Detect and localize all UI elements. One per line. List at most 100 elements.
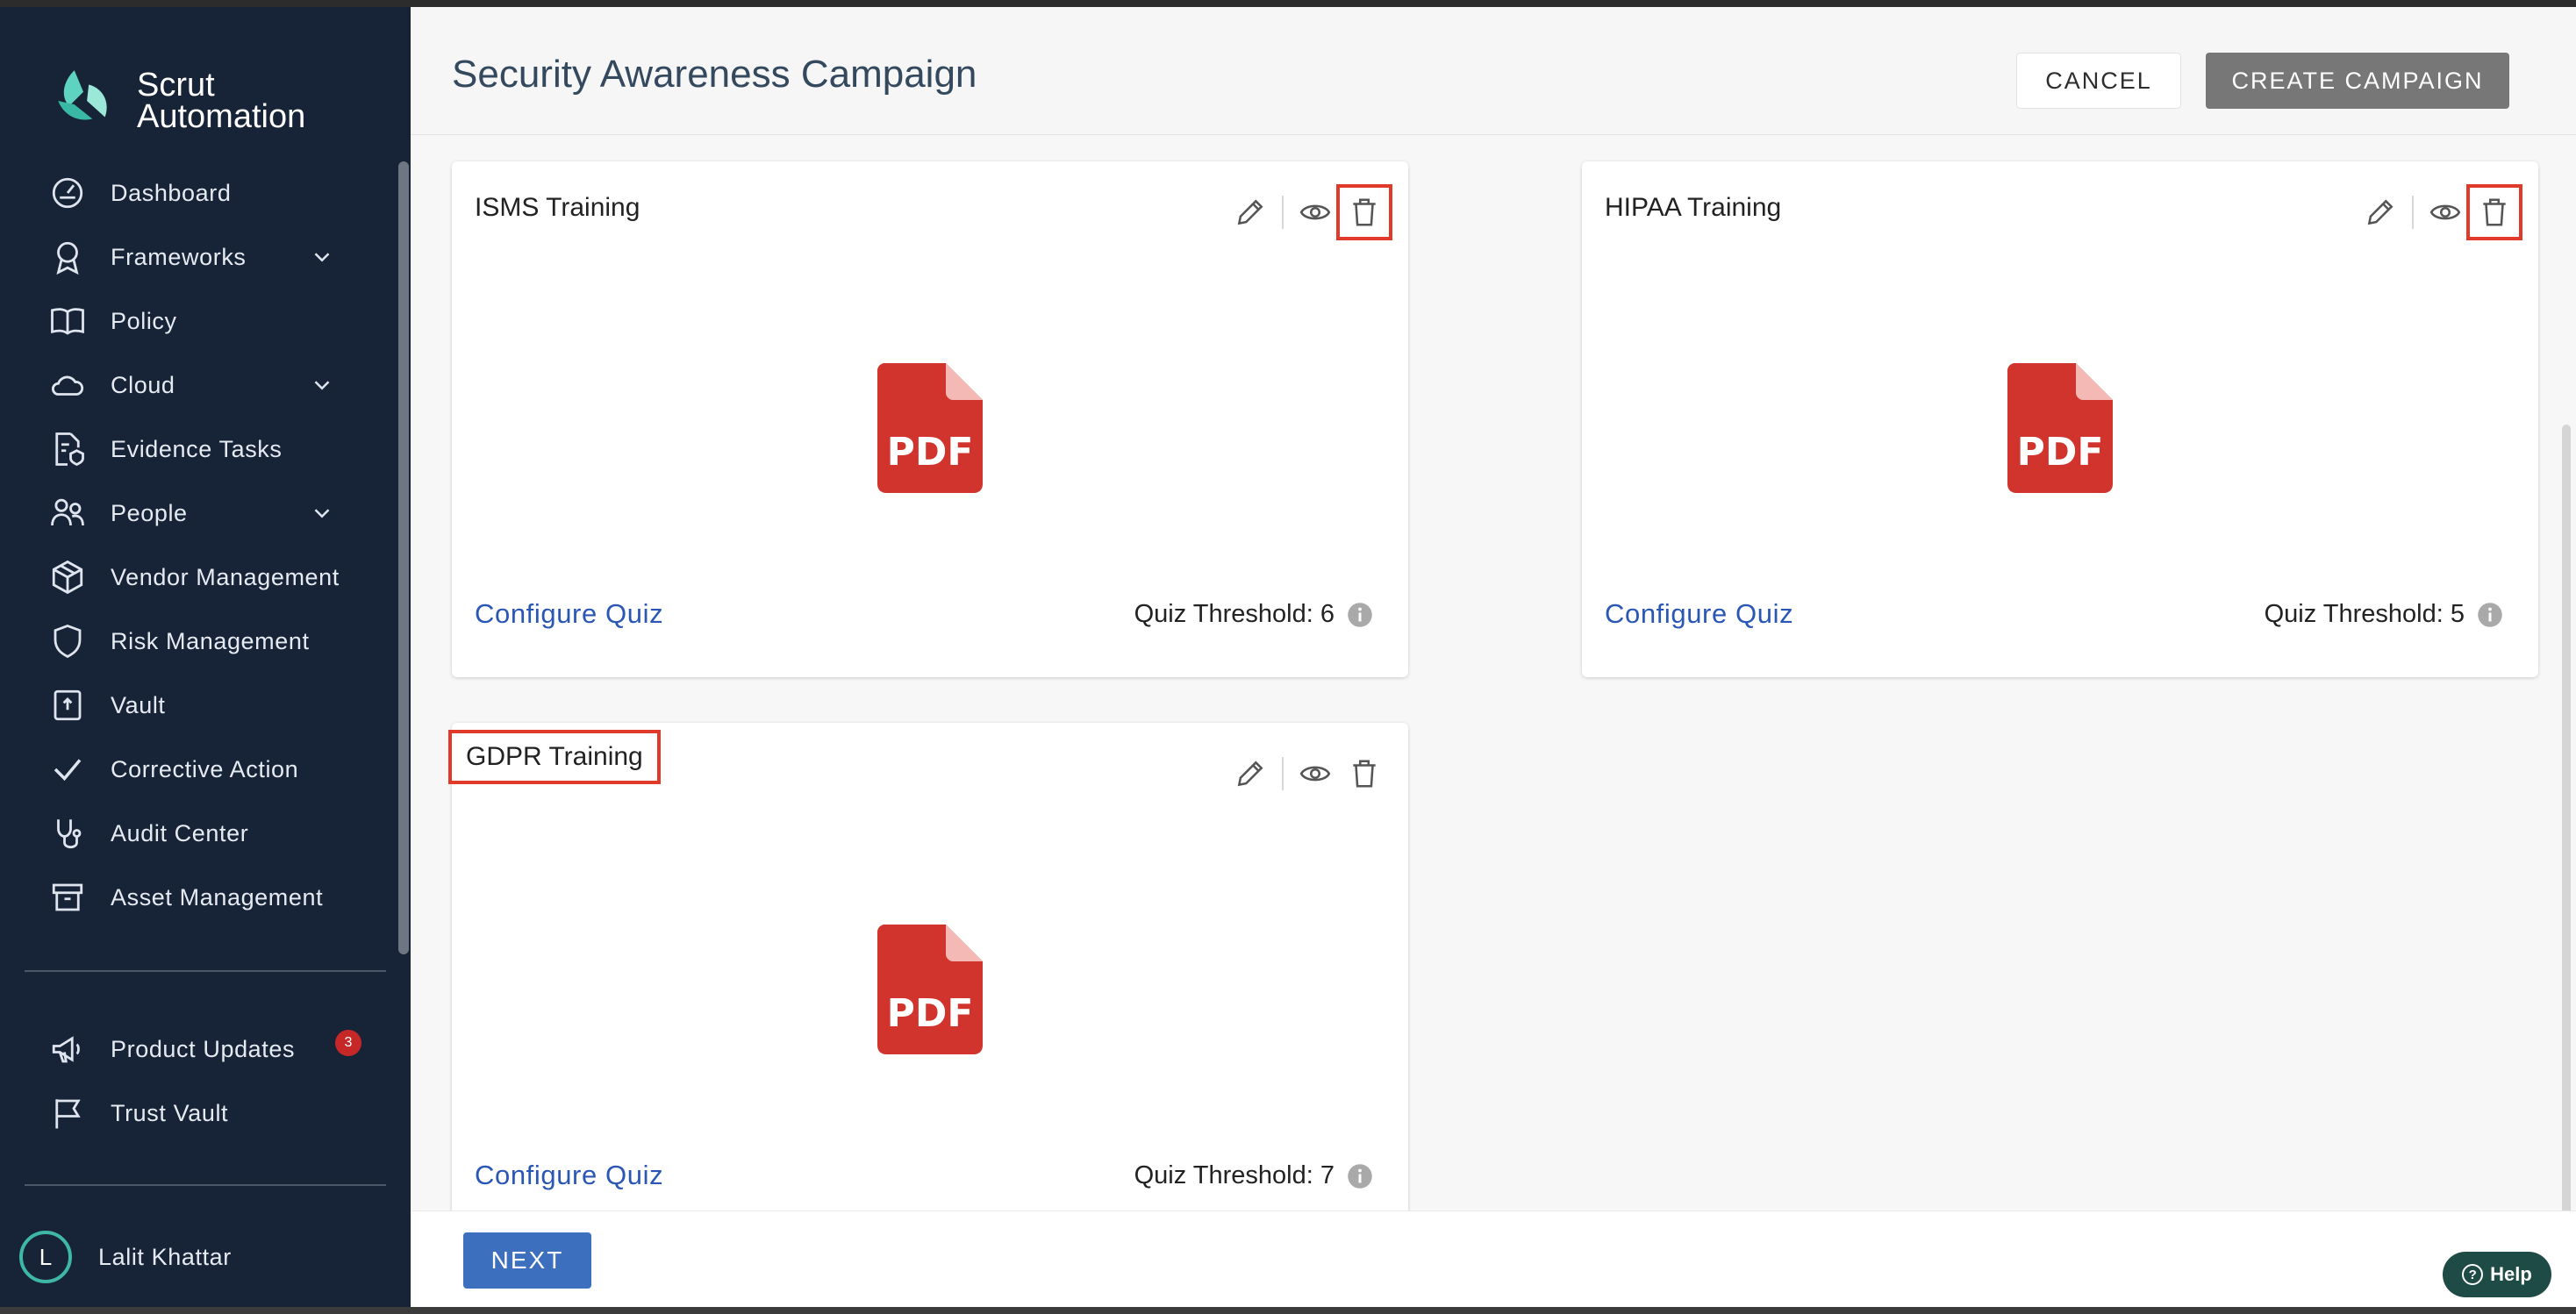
sidebar-item-audit-center[interactable]: Audit Center (0, 807, 386, 860)
card-title: HIPAA Training (1605, 193, 1782, 222)
sidebar-item-label: People (111, 499, 188, 526)
book-icon (49, 303, 86, 339)
sidebar-item-dashboard[interactable]: Dashboard (0, 167, 386, 219)
delete-button[interactable] (1340, 749, 1389, 798)
cloud-icon (49, 367, 86, 403)
card-title: GDPR Training (448, 730, 661, 784)
content-scrollbar[interactable] (2562, 425, 2571, 1210)
pencil-icon (1237, 761, 1263, 787)
question-icon: ? (2462, 1264, 2484, 1285)
pdf-file-icon[interactable]: PDF (877, 363, 983, 493)
quiz-threshold: Quiz Threshold: 5 (2265, 600, 2503, 629)
archive-icon (49, 879, 86, 916)
pdf-label: PDF (887, 430, 974, 475)
help-label: Help (2490, 1263, 2532, 1285)
flag-icon (49, 1095, 86, 1132)
pdf-file-icon[interactable]: PDF (877, 925, 983, 1054)
next-button[interactable]: NEXT (463, 1232, 591, 1289)
quiz-threshold-label: Quiz Threshold: 6 (1134, 600, 1335, 628)
delete-button[interactable] (1336, 184, 1392, 240)
trash-icon (1353, 760, 1376, 788)
people-icon (49, 495, 86, 532)
sidebar-item-asset-management[interactable]: Asset Management (0, 871, 386, 924)
info-icon[interactable] (2477, 602, 2503, 628)
configure-quiz-link[interactable]: Configure Quiz (475, 1160, 663, 1191)
megaphone-icon (49, 1031, 86, 1068)
page-footer: NEXT (411, 1210, 2576, 1307)
sidebar-item-label: Asset Management (111, 883, 324, 911)
user-profile[interactable]: L Lalit Khattar (19, 1231, 232, 1283)
award-icon (49, 239, 86, 275)
pencil-icon (1237, 199, 1263, 225)
sidebar-item-policy[interactable]: Policy (0, 295, 386, 347)
quiz-threshold-label: Quiz Threshold: 5 (2264, 600, 2465, 628)
eye-icon (2429, 204, 2461, 220)
preview-button[interactable] (1291, 188, 1340, 237)
edit-button[interactable] (2356, 188, 2405, 237)
sidebar-item-evidence-tasks[interactable]: Evidence Tasks (0, 423, 386, 475)
configure-quiz-link[interactable]: Configure Quiz (1605, 598, 1793, 630)
edit-button[interactable] (1226, 188, 1275, 237)
sidebar-item-label: Cloud (111, 371, 175, 398)
quiz-threshold: Quiz Threshold: 7 (1134, 1161, 1373, 1190)
eye-icon (1299, 766, 1331, 782)
window-bottom-edge (0, 1307, 2576, 1314)
chevron-down-icon[interactable] (309, 244, 335, 270)
sidebar-scrollbar[interactable] (398, 161, 409, 954)
sidebar-item-people[interactable]: People (0, 487, 386, 539)
training-card-isms: ISMS Training PDF Configure Quiz Quiz Th… (452, 161, 1408, 677)
page-title: Security Awareness Campaign (452, 53, 977, 96)
sidebar-item-label: Risk Management (111, 627, 310, 654)
sidebar-item-vault[interactable]: Vault (0, 679, 386, 732)
sidebar-item-risk-management[interactable]: Risk Management (0, 615, 386, 668)
configure-quiz-link[interactable]: Configure Quiz (475, 598, 663, 630)
card-actions (2356, 184, 2522, 240)
pdf-label: PDF (887, 991, 974, 1036)
chevron-down-icon[interactable] (309, 500, 335, 526)
create-campaign-button[interactable]: CREATE CAMPAIGN (2206, 53, 2509, 109)
sidebar-item-frameworks[interactable]: Frameworks (0, 231, 386, 283)
sidebar-item-trust-vault[interactable]: Trust Vault (0, 1087, 386, 1139)
pencil-icon (2367, 199, 2394, 225)
sidebar-item-corrective-action[interactable]: Corrective Action (0, 743, 386, 796)
app-logo[interactable]: Scrut Automation (47, 65, 305, 137)
sidebar-divider (25, 1184, 386, 1186)
trash-icon (1353, 198, 1376, 226)
vault-icon (49, 687, 86, 724)
shield-icon (49, 623, 86, 660)
sidebar-item-vendor-management[interactable]: Vendor Management (0, 551, 386, 603)
info-icon[interactable] (1347, 1163, 1373, 1189)
sidebar-item-label: Vault (111, 691, 166, 718)
chevron-down-icon[interactable] (309, 372, 335, 398)
sidebar-item-cloud[interactable]: Cloud (0, 359, 386, 411)
info-icon[interactable] (1347, 602, 1373, 628)
file-shield-icon (49, 431, 86, 468)
preview-button[interactable] (2421, 188, 2470, 237)
logo-line-2: Automation (137, 98, 306, 135)
training-card-gdpr: GDPR Training PDF Configure Quiz Quiz Th… (448, 723, 1408, 1210)
sidebar-item-label: Product Updates (111, 1035, 296, 1062)
cancel-button[interactable]: CANCEL (2016, 53, 2181, 109)
training-card-hipaa: HIPAA Training PDF Configure Quiz Quiz T… (1582, 161, 2538, 677)
delete-button[interactable] (2466, 184, 2522, 240)
pdf-label: PDF (2017, 430, 2104, 475)
card-actions (1226, 749, 1389, 798)
user-name: Lalit Khattar (98, 1243, 232, 1270)
preview-button[interactable] (1291, 749, 1340, 798)
sidebar-item-label: Corrective Action (111, 755, 299, 782)
quiz-threshold-label: Quiz Threshold: 7 (1134, 1161, 1335, 1189)
logo-line-1: Scrut (137, 67, 215, 104)
sidebar-item-label: Trust Vault (111, 1099, 229, 1126)
stethoscope-icon (49, 815, 86, 852)
avatar: L (19, 1231, 72, 1283)
page-header: Security Awareness Campaign CANCEL CREAT… (411, 7, 2576, 135)
dashboard-icon (49, 175, 86, 211)
pdf-file-icon[interactable]: PDF (2007, 363, 2113, 493)
sidebar-item-product-updates[interactable]: Product Updates 3 (0, 1023, 386, 1075)
card-title: ISMS Training (475, 193, 640, 222)
scrut-logo-icon (58, 70, 107, 120)
sidebar-item-label: Evidence Tasks (111, 435, 283, 462)
edit-button[interactable] (1226, 749, 1275, 798)
quiz-threshold: Quiz Threshold: 6 (1134, 600, 1373, 629)
help-button[interactable]: ? Help (2443, 1252, 2551, 1297)
